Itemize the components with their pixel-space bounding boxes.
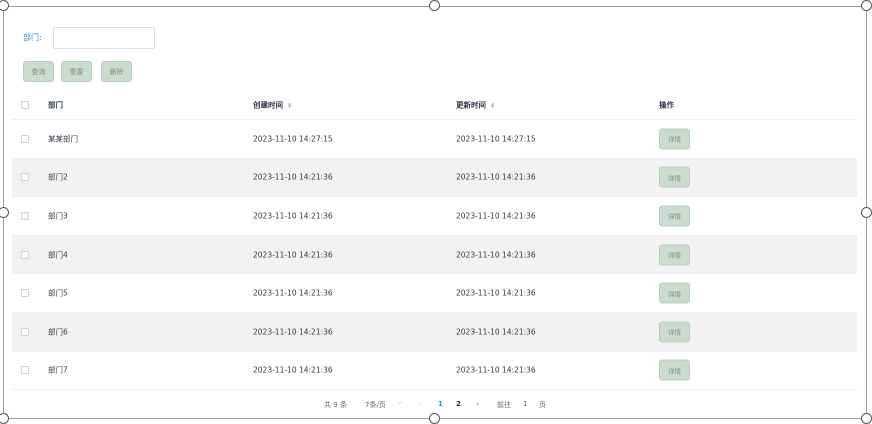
row-checkbox[interactable]	[21, 250, 29, 259]
col-header-updated[interactable]: 更新时间 ⇕	[456, 99, 495, 110]
dept-table: 部门 创建时间 ⇕ 更新时间 ⇕ 操作 某某部门 2023-11-10 14:27:…	[12, 90, 857, 391]
table-row: 部门7 2023-11-10 14:21:36 2023-11-10 14:21…	[12, 352, 857, 391]
table-row: 部门4 2023-11-10 14:21:36 2023-11-10 14:21…	[12, 235, 857, 275]
cell-dept: 部门5	[48, 288, 68, 298]
cell-updated: 2023-11-10 14:27:15	[456, 134, 536, 144]
detail-button[interactable]: 详情	[659, 359, 690, 381]
row-checkbox[interactable]	[21, 366, 29, 375]
prev-page-icon[interactable]: ‹	[418, 400, 421, 408]
cell-updated: 2023-11-10 14:21:36	[456, 211, 536, 221]
cell-created: 2023-11-10 14:21:36	[253, 327, 333, 337]
dept-filter-label: 部门:	[23, 33, 42, 42]
detail-button[interactable]: 详情	[659, 244, 690, 266]
dept-filter-input[interactable]	[53, 27, 155, 49]
row-checkbox[interactable]	[21, 134, 29, 143]
cell-dept: 部门4	[48, 250, 68, 260]
pagination-total: 共 9 条	[324, 401, 347, 409]
resize-handle-bottom-center[interactable]	[429, 413, 440, 424]
pagination: 共 9 条 7条/页 ⌄ ‹ 1 2 › 前往 1 页	[0, 398, 872, 414]
table-row: 部门5 2023-11-10 14:21:36 2023-11-10 14:21…	[12, 274, 857, 313]
cell-created: 2023-11-10 14:21:36	[253, 365, 333, 375]
page-1[interactable]: 1	[438, 400, 443, 408]
goto-label: 前往	[497, 401, 511, 409]
detail-button[interactable]: 详情	[659, 128, 690, 150]
table-row: 部门3 2023-11-10 14:21:36 2023-11-10 14:21…	[12, 197, 857, 236]
cell-created: 2023-11-10 14:21:36	[253, 172, 333, 182]
query-button[interactable]: 查询	[23, 61, 54, 82]
cell-created: 2023-11-10 14:21:36	[253, 211, 333, 221]
detail-button[interactable]: 详情	[659, 166, 690, 188]
cell-updated: 2023-11-10 14:21:36	[456, 288, 536, 298]
resize-handle-bottom-right[interactable]	[861, 413, 872, 424]
cell-dept: 部门2	[48, 172, 68, 182]
cell-dept: 部门3	[48, 211, 68, 221]
resize-handle-bottom-left[interactable]	[0, 413, 9, 424]
table-row: 部门6 2023-11-10 14:21:36 2023-11-10 14:21…	[12, 312, 857, 352]
row-checkbox[interactable]	[21, 211, 29, 220]
goto-page-input[interactable]: 1	[523, 400, 527, 408]
cell-created: 2023-11-10 14:21:36	[253, 288, 333, 298]
page-suffix: 页	[539, 401, 546, 409]
table-header: 部门 创建时间 ⇕ 更新时间 ⇕ 操作	[12, 90, 857, 120]
next-page-icon[interactable]: ›	[476, 400, 479, 408]
cell-updated: 2023-11-10 14:21:36	[456, 172, 536, 182]
cell-updated: 2023-11-10 14:21:36	[456, 365, 536, 375]
col-header-created[interactable]: 创建时间 ⇕	[253, 99, 292, 110]
resize-handle-middle-right[interactable]	[861, 207, 872, 218]
cell-updated: 2023-11-10 14:21:36	[456, 250, 536, 260]
page-size-select[interactable]: 7条/页	[365, 400, 386, 410]
row-checkbox[interactable]	[21, 327, 29, 336]
chevron-down-icon[interactable]: ⌄	[397, 398, 403, 406]
detail-button[interactable]: 详情	[659, 282, 690, 304]
cell-created: 2023-11-10 14:27:15	[253, 134, 333, 144]
row-checkbox[interactable]	[21, 173, 29, 182]
resize-handle-top-right[interactable]	[861, 0, 872, 11]
sort-icon[interactable]: ⇕	[490, 102, 495, 109]
detail-button[interactable]: 详情	[659, 205, 690, 227]
sort-icon[interactable]: ⇕	[287, 102, 292, 109]
col-header-dept: 部门	[48, 100, 63, 109]
cell-created: 2023-11-10 14:21:36	[253, 250, 333, 260]
table-row: 某某部门 2023-11-10 14:27:15 2023-11-10 14:2…	[12, 120, 857, 159]
page-2[interactable]: 2	[456, 400, 461, 408]
table-row: 部门2 2023-11-10 14:21:36 2023-11-10 14:21…	[12, 158, 857, 198]
detail-button[interactable]: 详情	[659, 321, 690, 343]
cell-dept: 部门7	[48, 365, 68, 375]
reset-button[interactable]: 重置	[61, 61, 92, 82]
col-header-action: 操作	[659, 100, 674, 109]
cell-updated: 2023-11-10 14:21:36	[456, 327, 536, 337]
select-all-checkbox[interactable]	[21, 100, 29, 109]
row-checkbox[interactable]	[21, 289, 29, 298]
cell-dept: 部门6	[48, 327, 68, 337]
cell-dept: 某某部门	[48, 134, 78, 144]
delete-button[interactable]: 删除	[101, 61, 132, 82]
resize-handle-top-center[interactable]	[429, 0, 440, 11]
